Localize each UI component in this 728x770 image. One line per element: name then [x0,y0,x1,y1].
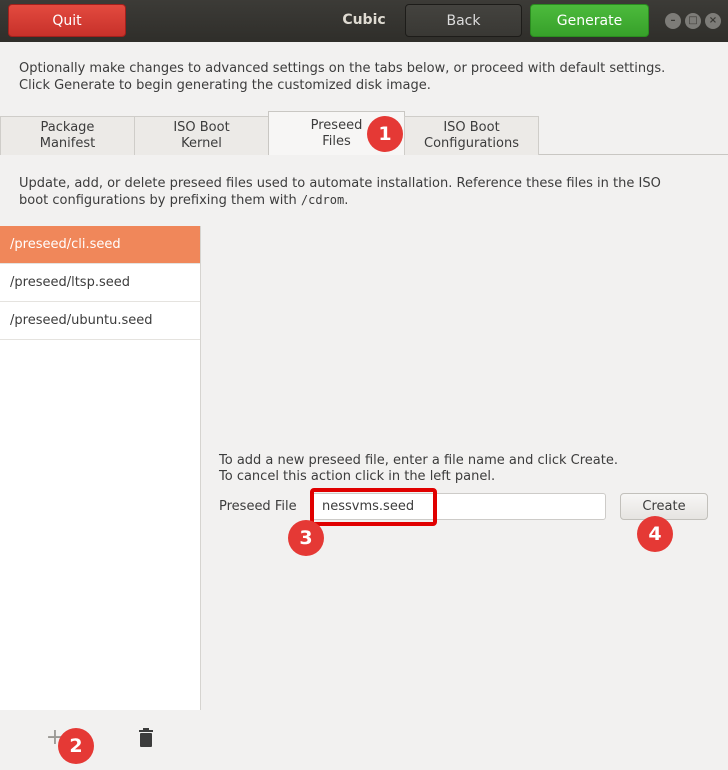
tab-package-manifest[interactable]: Package Manifest [0,116,135,155]
annotation-badge-2: 2 [58,728,94,764]
title-bar: Quit Cubic Back Generate – □ × [0,0,728,42]
preseed-file-list: /preseed/cli.seed /preseed/ltsp.seed /pr… [0,226,201,710]
preseed-file-label: Preseed File [219,499,297,514]
minimize-icon: – [670,15,676,26]
description-line-1: Update, add, or delete preseed files use… [19,176,661,191]
maximize-icon: □ [688,15,698,26]
maximize-button[interactable]: □ [685,13,701,29]
instruction-line-1: To add a new preseed file, enter a file … [219,453,618,468]
minimize-button[interactable]: – [665,13,681,29]
tab-iso-boot-configurations[interactable]: ISO Boot Configurations [404,116,539,155]
tab-label-line-2: Kernel [181,136,222,151]
tab-label-line-2: Configurations [424,136,519,151]
tab-iso-boot-kernel[interactable]: ISO Boot Kernel [134,116,269,155]
back-button[interactable]: Back [405,4,522,37]
trash-icon[interactable] [136,728,156,750]
close-button[interactable]: × [705,13,721,29]
tab-label-line-1: ISO Boot [173,120,230,135]
create-button[interactable]: Create [620,493,708,520]
tab-label-line-1: Package [40,120,95,135]
quit-button[interactable]: Quit [8,4,126,37]
instruction-line-2: To cancel this action click in the left … [219,469,496,484]
description-suffix: . [344,193,349,208]
description-line-2: boot configurations by prefixing them wi… [19,192,719,209]
close-icon: × [708,15,718,26]
bottom-toolbar [0,710,728,770]
list-item[interactable]: /preseed/cli.seed [0,226,200,264]
annotation-badge-3: 3 [288,520,324,556]
window-title: Cubic [342,12,386,28]
tab-label-line-2: Manifest [39,136,96,151]
intro-text: Optionally make changes to advanced sett… [19,60,719,94]
tab-label-line-1: ISO Boot [443,120,500,135]
generate-button[interactable]: Generate [530,4,649,37]
intro-line-1: Optionally make changes to advanced sett… [19,61,666,76]
annotation-badge-4: 4 [637,516,673,552]
new-file-instructions: To add a new preseed file, enter a file … [219,453,618,485]
input-highlight-box [310,488,437,526]
list-item[interactable]: /preseed/ltsp.seed [0,264,200,302]
cdrom-code: /cdrom [300,193,345,207]
annotation-badge-1: 1 [367,116,403,152]
description-prefix: boot configurations by prefixing them wi… [19,193,301,208]
list-item[interactable]: /preseed/ubuntu.seed [0,302,200,340]
intro-line-2: Click Generate to begin generating the c… [19,78,431,93]
settings-tabs: Package Manifest ISO Boot Kernel Preseed… [0,111,728,155]
preseed-description: Update, add, or delete preseed files use… [19,175,719,209]
